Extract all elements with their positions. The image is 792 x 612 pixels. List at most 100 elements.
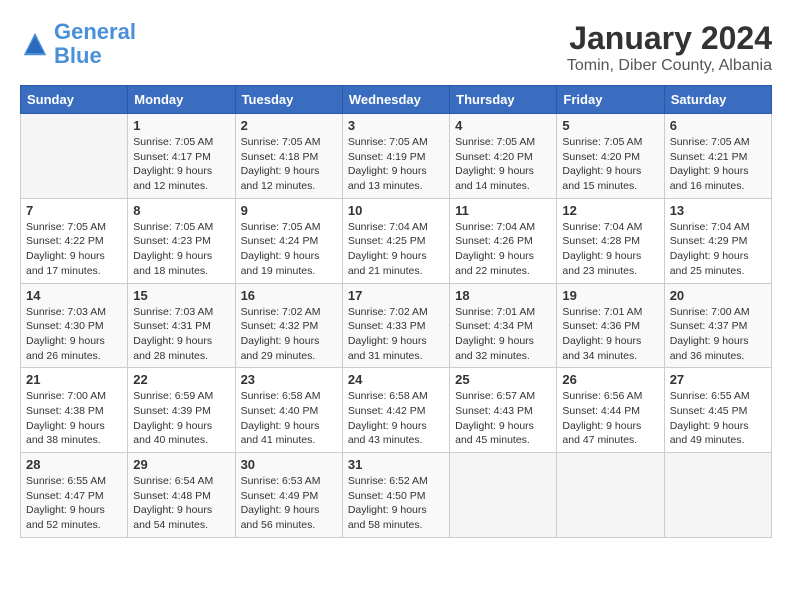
day-number: 15 (133, 288, 229, 303)
calendar-cell: 26 Sunrise: 6:56 AMSunset: 4:44 PMDayligh… (557, 368, 664, 453)
logo-line1: General (54, 19, 136, 44)
calendar-cell: 10 Sunrise: 7:04 AMSunset: 4:25 PMDayligh… (342, 198, 449, 283)
calendar-cell: 24Sunrise: 6:58 AMSunset: 4:42 PMDayligh… (342, 368, 449, 453)
day-info: Sunrise: 7:05 AMSunset: 4:21 PMDaylight:… (670, 135, 766, 194)
calendar-week-2: 7 Sunrise: 7:05 AMSunset: 4:22 PMDaylight… (21, 198, 772, 283)
calendar-cell: 4 Sunrise: 7:05 AMSunset: 4:20 PMDaylight… (450, 114, 557, 199)
day-info: Sunrise: 7:01 AMSunset: 4:34 PMDaylight:… (455, 305, 551, 364)
calendar-cell: 30 Sunrise: 6:53 AMSunset: 4:49 PMDayligh… (235, 453, 342, 538)
day-info: Sunrise: 7:05 AMSunset: 4:17 PMDaylight:… (133, 135, 229, 194)
day-info: Sunrise: 7:01 AMSunset: 4:36 PMDaylight:… (562, 305, 658, 364)
weekday-header-thursday: Thursday (450, 86, 557, 114)
day-info: Sunrise: 7:04 AMSunset: 4:29 PMDaylight:… (670, 220, 766, 279)
calendar-week-1: 1 Sunrise: 7:05 AMSunset: 4:17 PMDaylight… (21, 114, 772, 199)
calendar-cell: 2Sunrise: 7:05 AMSunset: 4:18 PMDaylight… (235, 114, 342, 199)
day-info: Sunrise: 7:05 AMSunset: 4:22 PMDaylight:… (26, 220, 122, 279)
day-number: 4 (455, 118, 551, 133)
day-info: Sunrise: 7:05 AMSunset: 4:20 PMDaylight:… (455, 135, 551, 194)
day-info: Sunrise: 6:57 AMSunset: 4:43 PMDaylight:… (455, 389, 551, 448)
day-number: 27 (670, 372, 766, 387)
weekday-header-wednesday: Wednesday (342, 86, 449, 114)
logo-line2: Blue (54, 43, 102, 68)
day-info: Sunrise: 7:00 AMSunset: 4:37 PMDaylight:… (670, 305, 766, 364)
day-number: 17 (348, 288, 444, 303)
day-number: 10 (348, 203, 444, 218)
calendar-cell: 9 Sunrise: 7:05 AMSunset: 4:24 PMDaylight… (235, 198, 342, 283)
day-number: 12 (562, 203, 658, 218)
calendar-cell: 18 Sunrise: 7:01 AMSunset: 4:34 PMDayligh… (450, 283, 557, 368)
page-subtitle: Tomin, Diber County, Albania (567, 57, 772, 75)
logo-text: General Blue (54, 20, 136, 68)
day-number: 29 (133, 457, 229, 472)
calendar-cell: 16Sunrise: 7:02 AMSunset: 4:32 PMDayligh… (235, 283, 342, 368)
day-number: 20 (670, 288, 766, 303)
calendar-cell: 22 Sunrise: 6:59 AMSunset: 4:39 PMDayligh… (128, 368, 235, 453)
calendar-cell: 29 Sunrise: 6:54 AMSunset: 4:48 PMDayligh… (128, 453, 235, 538)
calendar-header: SundayMondayTuesdayWednesdayThursdayFrid… (21, 86, 772, 114)
calendar-week-5: 28 Sunrise: 6:55 AMSunset: 4:47 PMDayligh… (21, 453, 772, 538)
calendar-week-3: 14Sunrise: 7:03 AMSunset: 4:30 PMDayligh… (21, 283, 772, 368)
calendar-cell: 20 Sunrise: 7:00 AMSunset: 4:37 PMDayligh… (664, 283, 771, 368)
day-info: Sunrise: 7:05 AMSunset: 4:24 PMDaylight:… (241, 220, 337, 279)
day-info: Sunrise: 6:54 AMSunset: 4:48 PMDaylight:… (133, 474, 229, 533)
logo-icon (20, 29, 50, 59)
day-number: 7 (26, 203, 122, 218)
calendar-cell: 6 Sunrise: 7:05 AMSunset: 4:21 PMDaylight… (664, 114, 771, 199)
day-number: 21 (26, 372, 122, 387)
day-info: Sunrise: 7:04 AMSunset: 4:25 PMDaylight:… (348, 220, 444, 279)
day-number: 1 (133, 118, 229, 133)
logo: General Blue (20, 20, 136, 68)
calendar-cell: 28 Sunrise: 6:55 AMSunset: 4:47 PMDayligh… (21, 453, 128, 538)
day-info: Sunrise: 7:02 AMSunset: 4:33 PMDaylight:… (348, 305, 444, 364)
weekday-header-row: SundayMondayTuesdayWednesdayThursdayFrid… (21, 86, 772, 114)
calendar-cell: 23Sunrise: 6:58 AMSunset: 4:40 PMDayligh… (235, 368, 342, 453)
day-number: 23 (241, 372, 337, 387)
page-title: January 2024 (567, 20, 772, 57)
weekday-header-tuesday: Tuesday (235, 86, 342, 114)
day-info: Sunrise: 6:55 AMSunset: 4:45 PMDaylight:… (670, 389, 766, 448)
day-info: Sunrise: 6:56 AMSunset: 4:44 PMDaylight:… (562, 389, 658, 448)
day-number: 5 (562, 118, 658, 133)
day-number: 30 (241, 457, 337, 472)
day-info: Sunrise: 7:04 AMSunset: 4:26 PMDaylight:… (455, 220, 551, 279)
day-info: Sunrise: 7:03 AMSunset: 4:31 PMDaylight:… (133, 305, 229, 364)
day-number: 13 (670, 203, 766, 218)
weekday-header-sunday: Sunday (21, 86, 128, 114)
calendar-cell: 8Sunrise: 7:05 AMSunset: 4:23 PMDaylight… (128, 198, 235, 283)
day-info: Sunrise: 6:58 AMSunset: 4:42 PMDaylight:… (348, 389, 444, 448)
day-number: 19 (562, 288, 658, 303)
calendar-cell: 14Sunrise: 7:03 AMSunset: 4:30 PMDayligh… (21, 283, 128, 368)
page-header: General Blue January 2024 Tomin, Diber C… (20, 20, 772, 75)
calendar-cell: 19 Sunrise: 7:01 AMSunset: 4:36 PMDayligh… (557, 283, 664, 368)
day-number: 16 (241, 288, 337, 303)
calendar-cell: 17 Sunrise: 7:02 AMSunset: 4:33 PMDayligh… (342, 283, 449, 368)
day-number: 6 (670, 118, 766, 133)
day-info: Sunrise: 7:00 AMSunset: 4:38 PMDaylight:… (26, 389, 122, 448)
calendar-table: SundayMondayTuesdayWednesdayThursdayFrid… (20, 85, 772, 538)
day-info: Sunrise: 6:55 AMSunset: 4:47 PMDaylight:… (26, 474, 122, 533)
day-number: 22 (133, 372, 229, 387)
day-info: Sunrise: 6:52 AMSunset: 4:50 PMDaylight:… (348, 474, 444, 533)
day-info: Sunrise: 7:05 AMSunset: 4:19 PMDaylight:… (348, 135, 444, 194)
calendar-week-4: 21 Sunrise: 7:00 AMSunset: 4:38 PMDayligh… (21, 368, 772, 453)
calendar-cell (557, 453, 664, 538)
day-number: 9 (241, 203, 337, 218)
weekday-header-saturday: Saturday (664, 86, 771, 114)
day-number: 2 (241, 118, 337, 133)
calendar-body: 1 Sunrise: 7:05 AMSunset: 4:17 PMDaylight… (21, 114, 772, 538)
day-number: 3 (348, 118, 444, 133)
day-info: Sunrise: 6:53 AMSunset: 4:49 PMDaylight:… (241, 474, 337, 533)
day-info: Sunrise: 7:05 AMSunset: 4:20 PMDaylight:… (562, 135, 658, 194)
weekday-header-friday: Friday (557, 86, 664, 114)
day-number: 26 (562, 372, 658, 387)
day-number: 8 (133, 203, 229, 218)
day-number: 31 (348, 457, 444, 472)
calendar-cell: 25Sunrise: 6:57 AMSunset: 4:43 PMDayligh… (450, 368, 557, 453)
day-number: 18 (455, 288, 551, 303)
calendar-cell: 12Sunrise: 7:04 AMSunset: 4:28 PMDayligh… (557, 198, 664, 283)
day-number: 28 (26, 457, 122, 472)
calendar-cell: 15 Sunrise: 7:03 AMSunset: 4:31 PMDayligh… (128, 283, 235, 368)
day-info: Sunrise: 6:59 AMSunset: 4:39 PMDaylight:… (133, 389, 229, 448)
calendar-cell: 27 Sunrise: 6:55 AMSunset: 4:45 PMDayligh… (664, 368, 771, 453)
calendar-cell: 11Sunrise: 7:04 AMSunset: 4:26 PMDayligh… (450, 198, 557, 283)
